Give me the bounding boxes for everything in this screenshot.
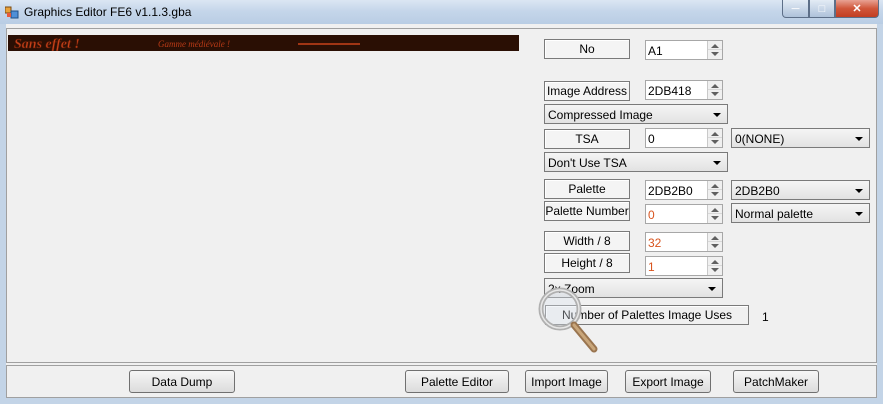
palette-spinner[interactable] [707,181,722,199]
width-field[interactable]: 32 [645,232,723,252]
no-field[interactable]: A1 [645,40,723,60]
action-bar: Data Dump Palette Editor Import Image Ex… [6,365,877,398]
image-address-spinner[interactable] [707,81,722,99]
chevron-down-icon [855,212,863,216]
tsa-mode-select[interactable]: Don't Use TSA [544,152,728,172]
export-image-button[interactable]: Export Image [625,370,711,393]
tsa-value: 0 [648,132,655,146]
preview-graphic: Sans effet ! Gamme médiévale ! [14,37,360,51]
maximize-button[interactable]: □ [809,0,835,18]
palette-combo-value: 2DB2B0 [735,184,780,198]
palette-label[interactable]: Palette [544,179,630,199]
editor-panel: Sans effet ! Gamme médiévale ! No A1 Ima… [6,28,877,363]
tsa-label[interactable]: TSA [544,129,630,149]
palette-number-value: 0 [648,208,655,222]
image-address-value: 2DB418 [648,84,692,98]
image-address-field[interactable]: 2DB418 [645,80,723,100]
palette-type-value: Normal palette [735,207,814,221]
palettes-used-value: 1 [762,310,769,324]
app-icon [5,6,19,19]
title-bar[interactable]: Graphics Editor FE6 v1.1.3.gba ─ □ ✕ [0,0,883,24]
tsa-field[interactable]: 0 [645,128,723,148]
height-label[interactable]: Height / 8 [544,253,630,273]
tsa-spinner[interactable] [707,129,722,147]
client-area: Sans effet ! Gamme médiévale ! No A1 Ima… [6,24,877,398]
height-spinner[interactable] [707,257,722,275]
compression-select[interactable]: Compressed Image [544,104,728,124]
palette-number-label[interactable]: Palette Number [544,201,630,221]
data-dump-button[interactable]: Data Dump [129,370,235,393]
height-value: 1 [648,260,655,274]
compression-value: Compressed Image [548,108,653,122]
preview-text-small: Gamme médiévale ! [158,39,230,49]
height-field[interactable]: 1 [645,256,723,276]
app-window: Graphics Editor FE6 v1.1.3.gba ─ □ ✕ San… [0,0,883,404]
chevron-down-icon [855,189,863,193]
width-value: 32 [648,236,662,250]
tsa-mode-value: Don't Use TSA [548,156,627,170]
chevron-down-icon [713,161,721,165]
palette-field[interactable]: 2DB2B0 [645,180,723,200]
chevron-down-icon [713,113,721,117]
magnifier-icon [538,287,598,353]
palette-select[interactable]: 2DB2B0 [731,180,870,200]
window-title: Graphics Editor FE6 v1.1.3.gba [24,5,192,19]
import-image-button[interactable]: Import Image [525,370,608,393]
palette-number-spinner[interactable] [707,205,722,223]
palette-editor-button[interactable]: Palette Editor [405,370,509,393]
patchmaker-button[interactable]: PatchMaker [733,370,819,393]
minimize-button[interactable]: ─ [782,0,809,18]
image-address-label[interactable]: Image Address [544,81,630,101]
tsa-select[interactable]: 0(NONE) [731,128,870,148]
no-label[interactable]: No [544,39,630,59]
image-preview: Sans effet ! Gamme médiévale ! [8,35,519,51]
width-label[interactable]: Width / 8 [544,231,630,251]
chevron-down-icon [855,137,863,141]
width-spinner[interactable] [707,233,722,251]
tsa-combo-value: 0(NONE) [735,132,785,146]
window-controls: ─ □ ✕ [782,0,879,18]
close-button[interactable]: ✕ [835,0,879,18]
chevron-down-icon [708,287,716,291]
no-spinner[interactable] [707,41,722,59]
no-value: A1 [648,44,663,58]
preview-text-large: Sans effet ! [14,37,80,51]
palette-number-field[interactable]: 0 [645,204,723,224]
palette-type-select[interactable]: Normal palette [731,203,870,223]
palette-value: 2DB2B0 [648,184,693,198]
